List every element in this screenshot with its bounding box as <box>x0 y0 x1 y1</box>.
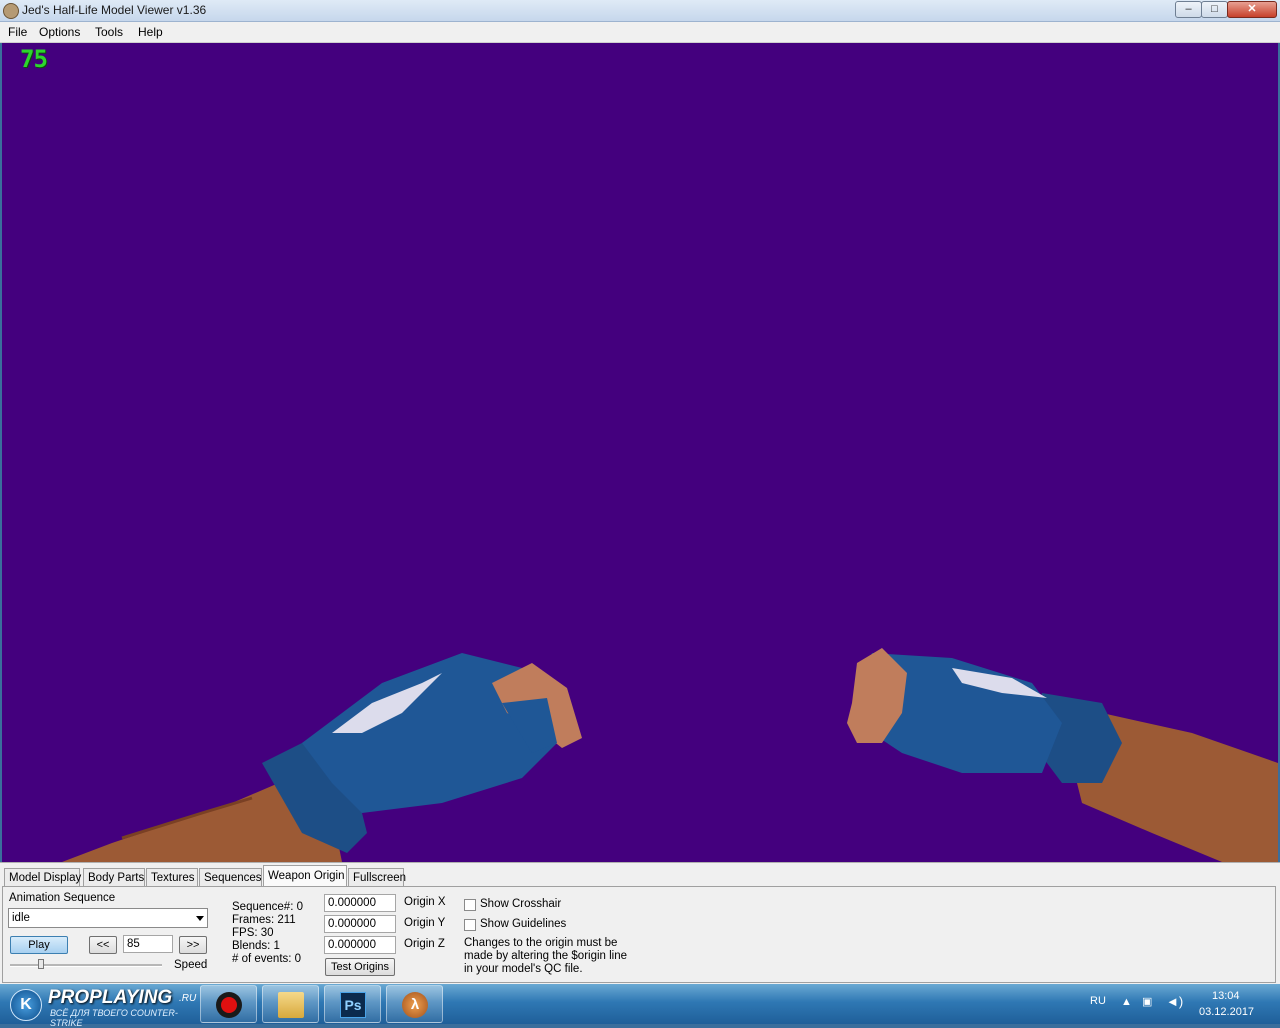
speed-label: Speed <box>174 959 208 971</box>
prev-frame-button[interactable]: << <box>89 936 117 954</box>
half-life-icon: λ <box>402 992 428 1018</box>
tab-sequences[interactable]: Sequences <box>199 868 262 886</box>
events-count: # of events: 0 <box>232 953 302 965</box>
origin-z-label: Origin Z <box>404 938 445 950</box>
app-icon <box>3 3 19 19</box>
show-hidden-icons-button[interactable]: ▲ <box>1121 996 1132 1008</box>
language-indicator[interactable]: RU <box>1090 995 1106 1007</box>
animation-selected-value: idle <box>12 912 30 924</box>
photoshop-icon: Ps <box>340 992 366 1018</box>
origin-z-input[interactable]: 0.000000 <box>324 936 396 954</box>
test-origins-button[interactable]: Test Origins <box>325 958 395 976</box>
clock-date[interactable]: 03.12.2017 <box>1199 1006 1254 1018</box>
speed-slider-track[interactable] <box>10 964 162 967</box>
speed-slider-thumb[interactable] <box>38 959 44 969</box>
brand-tagline: ВСЁ ДЛЯ ТВОЕГО COUNTER-STRIKE <box>50 1008 178 1028</box>
menu-options[interactable]: Options <box>39 25 80 39</box>
tab-textures[interactable]: Textures <box>146 868 198 886</box>
clock-time[interactable]: 13:04 <box>1212 990 1240 1002</box>
file-explorer-icon <box>278 992 304 1018</box>
brand-domain: .RU <box>179 993 197 1004</box>
menu-help[interactable]: Help <box>138 25 163 39</box>
taskbar-app-record[interactable] <box>200 985 257 1023</box>
show-guidelines-label: Show Guidelines <box>480 918 567 930</box>
sequence-number: Sequence#: 0 <box>232 901 303 913</box>
origin-x-label: Origin X <box>404 896 446 908</box>
show-guidelines-checkbox[interactable] <box>464 919 476 931</box>
title-bar: Jed's Half-Life Model Viewer v1.36 – □ ✕ <box>0 0 1280 22</box>
volume-icon[interactable]: ◄) <box>1166 994 1183 1009</box>
show-crosshair-checkbox[interactable] <box>464 899 476 911</box>
control-panel: Model Display Body Parts Textures Sequen… <box>0 862 1280 985</box>
origin-y-input[interactable]: 0.000000 <box>324 915 396 933</box>
brand-name: PROPLAYING <box>48 987 173 1008</box>
counter-strike-logo-icon: K <box>10 989 42 1021</box>
blends-count: Blends: 1 <box>232 940 280 952</box>
record-icon <box>216 992 242 1018</box>
play-button[interactable]: Play <box>10 936 68 954</box>
frame-input[interactable]: 85 <box>123 935 173 953</box>
origin-note-line2: made by altering the $origin line <box>464 950 628 962</box>
menu-file[interactable]: File <box>8 25 27 39</box>
close-button[interactable]: ✕ <box>1227 1 1277 18</box>
model-viewport[interactable]: 75 <box>2 43 1278 862</box>
tab-weapon-origin[interactable]: Weapon Origin <box>263 865 347 887</box>
taskbar-app-explorer[interactable] <box>262 985 319 1023</box>
next-frame-button[interactable]: >> <box>179 936 207 954</box>
fps-value: FPS: 30 <box>232 927 274 939</box>
origin-x-input[interactable]: 0.000000 <box>324 894 396 912</box>
origin-note-line1: Changes to the origin must be <box>464 937 618 949</box>
window-title: Jed's Half-Life Model Viewer v1.36 <box>22 3 207 17</box>
gloved-hands-model <box>62 648 1278 862</box>
menu-tools[interactable]: Tools <box>95 25 123 39</box>
start-button[interactable]: K PROPLAYING .RU ВСЁ ДЛЯ ТВОЕГО COUNTER-… <box>4 985 197 1028</box>
taskbar: K PROPLAYING .RU ВСЁ ДЛЯ ТВОЕГО COUNTER-… <box>0 984 1280 1028</box>
menu-bar: File Options Tools Help <box>0 22 1280 43</box>
animation-sequence-label: Animation Sequence <box>9 892 116 904</box>
tab-model-display[interactable]: Model Display <box>4 868 81 886</box>
maximize-button[interactable]: □ <box>1201 1 1228 18</box>
taskbar-app-photoshop[interactable]: Ps <box>324 985 381 1023</box>
frames-count: Frames: 211 <box>232 914 296 926</box>
tab-fullscreen[interactable]: Fullscreen <box>348 868 406 886</box>
network-icon[interactable]: ▣ <box>1142 995 1152 1008</box>
minimize-button[interactable]: – <box>1175 1 1202 18</box>
tab-body-parts[interactable]: Body Parts <box>83 868 145 886</box>
show-crosshair-label: Show Crosshair <box>480 898 562 910</box>
origin-note-line3: in your model's QC file. <box>464 963 583 975</box>
taskbar-app-hlmv[interactable]: λ <box>386 985 443 1023</box>
chevron-down-icon <box>196 916 204 921</box>
animation-sequence-select[interactable]: idle <box>8 908 208 928</box>
origin-y-label: Origin Y <box>404 917 446 929</box>
